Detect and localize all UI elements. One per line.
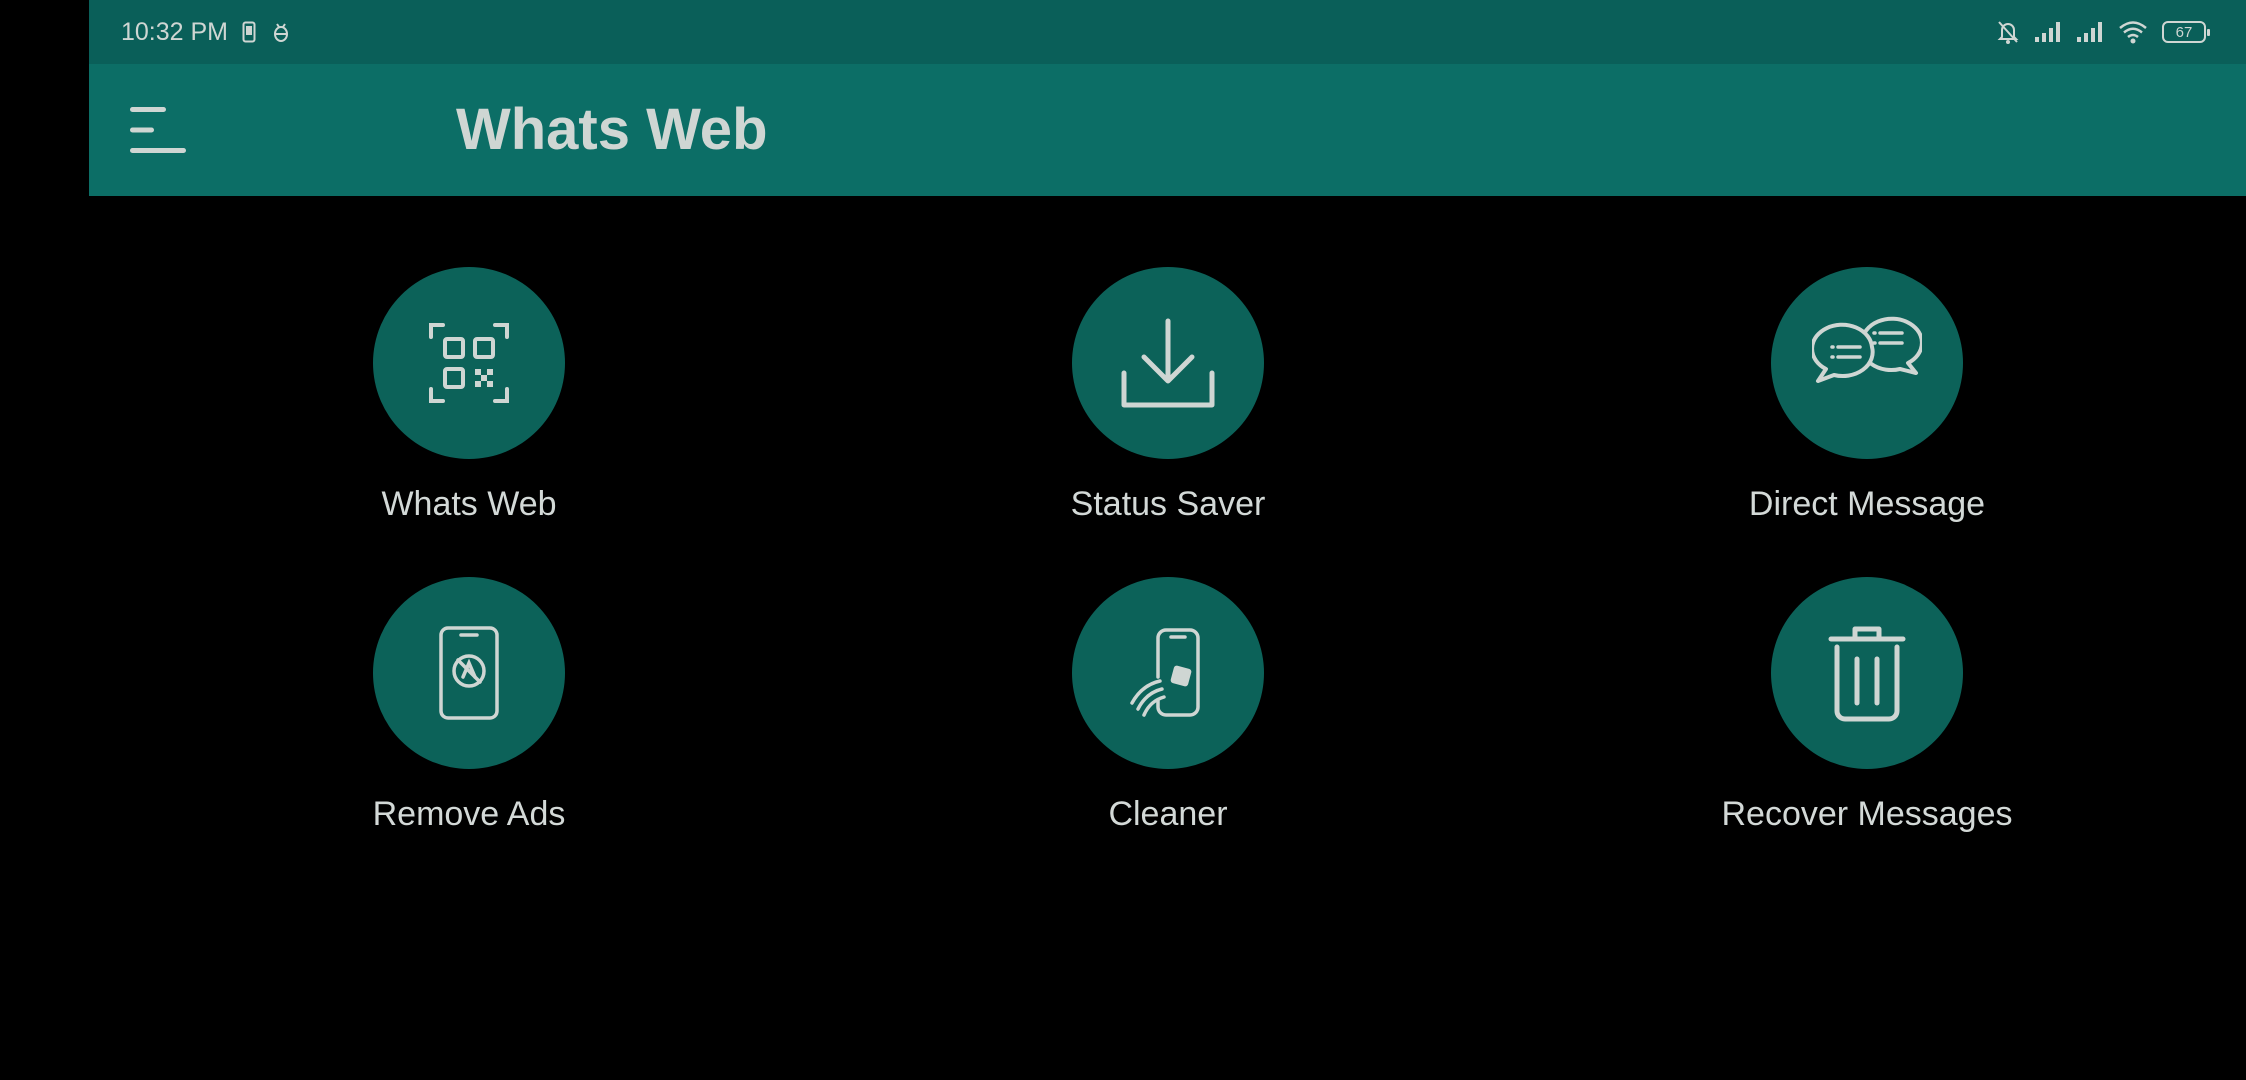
page-title: Whats Web xyxy=(456,97,768,162)
status-bar: 10:32 PM 67 xyxy=(89,0,2246,64)
feature-label: Cleaner xyxy=(1108,795,1228,833)
status-bar-right: 67 xyxy=(1996,0,2210,64)
status-time: 10:32 PM xyxy=(121,17,229,46)
feature-icon-circle xyxy=(373,267,565,459)
status-bar-left: 10:32 PM xyxy=(121,0,292,64)
battery-icon: 67 xyxy=(2162,21,2210,43)
chat-bubbles-icon xyxy=(1812,316,1922,383)
feature-label: Direct Message xyxy=(1748,485,1986,523)
feature-label: Whats Web xyxy=(381,485,557,523)
no-ads-phone-icon xyxy=(439,626,499,720)
phone-clean-icon xyxy=(1130,628,1200,717)
sim-icon xyxy=(242,21,256,43)
hamburger-menu-icon xyxy=(130,107,186,153)
feature-direct-message[interactable]: Direct Message xyxy=(1657,267,2077,557)
menu-button[interactable] xyxy=(125,98,189,162)
feature-icon-circle xyxy=(373,577,565,769)
feature-label: Recover Messages xyxy=(1721,795,2013,833)
feature-icon-circle xyxy=(1072,577,1264,769)
signal-icon xyxy=(2076,21,2104,43)
feature-icon-circle xyxy=(1771,577,1963,769)
app-screen: 10:32 PM 67 Whats Web Whats Web Status S… xyxy=(0,0,2246,1080)
feature-label: Remove Ads xyxy=(372,795,566,833)
bug-icon xyxy=(270,21,292,43)
trash-icon xyxy=(1828,626,1906,722)
signal-icon xyxy=(2034,21,2062,43)
wifi-icon xyxy=(2118,20,2148,44)
feature-remove-ads[interactable]: Remove Ads xyxy=(259,577,679,867)
download-icon xyxy=(1121,318,1215,408)
feature-icon-circle xyxy=(1771,267,1963,459)
qr-scan-icon xyxy=(429,323,509,403)
feature-status-saver[interactable]: Status Saver xyxy=(958,267,1378,557)
muted-bell-icon xyxy=(1996,19,2020,45)
battery-level: 67 xyxy=(2175,23,2193,41)
feature-recover-messages[interactable]: Recover Messages xyxy=(1657,577,2077,867)
feature-whats-web[interactable]: Whats Web xyxy=(259,267,679,557)
app-bar: Whats Web xyxy=(89,64,2246,196)
feature-cleaner[interactable]: Cleaner xyxy=(958,577,1378,867)
feature-label: Status Saver xyxy=(1070,485,1266,523)
feature-icon-circle xyxy=(1072,267,1264,459)
